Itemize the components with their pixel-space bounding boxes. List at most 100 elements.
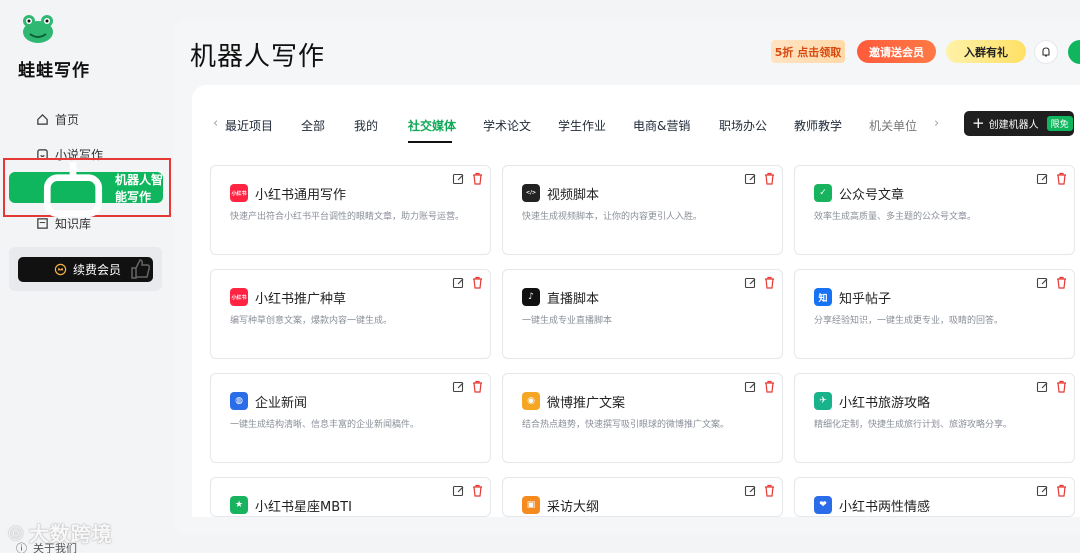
page-title: 机器人写作 xyxy=(190,42,326,72)
nav-home-label: 首页 xyxy=(55,113,80,127)
tab-5[interactable]: 学生作业 xyxy=(558,117,606,134)
nav-knowledge[interactable]: 知识库 xyxy=(36,215,91,232)
card-title: 小红书推广种草 xyxy=(255,292,347,307)
card-actions xyxy=(1036,172,1068,185)
delete-icon[interactable] xyxy=(763,276,776,289)
delete-icon[interactable] xyxy=(763,380,776,393)
delete-icon[interactable] xyxy=(1055,276,1068,289)
robot-card[interactable]: </> 视频脚本快速生成视频脚本，让你的内容更引人入胜。 xyxy=(502,165,783,255)
tab-4[interactable]: 学术论文 xyxy=(483,117,531,134)
robot-card[interactable]: 小红书 小红书推广种草 编写种草创意文案，爆款内容一键生成。 xyxy=(210,269,491,359)
robot-card[interactable]: ✓ 公众号文章 效率生成高质量、多主题的公众号文章。 xyxy=(794,165,1075,255)
invite-promo-button[interactable]: 邀请送会员 xyxy=(857,40,936,63)
tab-3[interactable]: 社交媒体 xyxy=(408,117,456,134)
card-title: 小红书两性情感 xyxy=(839,500,931,515)
card-description: 快速产出符合小红书平台调性的眼睛文章，助力账号运营。 xyxy=(230,212,465,222)
card-app-icon: ❤ xyxy=(814,496,832,514)
thumb-up-icon xyxy=(131,259,151,279)
notification-button[interactable] xyxy=(1034,40,1058,64)
nav-knowledge-label: 知识库 xyxy=(55,217,92,231)
card-description: 编写种草创意文案，爆款内容一键生成。 xyxy=(230,316,393,326)
tabs-next-icon[interactable]: › xyxy=(934,116,939,131)
robot-card[interactable]: ❤ 小红书两性情感 xyxy=(794,477,1075,517)
knowledge-icon xyxy=(37,218,48,229)
edit-icon[interactable] xyxy=(744,276,757,289)
tab-8[interactable]: 教师教学 xyxy=(794,117,842,134)
card-description: 快速生成视频脚本，让你的内容更引人入胜。 xyxy=(522,212,703,222)
edit-icon[interactable] xyxy=(1036,276,1049,289)
card-actions xyxy=(744,276,776,289)
edit-icon[interactable] xyxy=(452,172,465,185)
tabs-prev-icon[interactable]: ‹ xyxy=(213,116,218,131)
delete-icon[interactable] xyxy=(1055,380,1068,393)
discount-promo-button[interactable]: 5折 点击领取 xyxy=(771,40,845,63)
edit-icon[interactable] xyxy=(1036,380,1049,393)
robot-card[interactable]: ◉ 微博推广文案结合热点趋势，快速撰写吸引眼球的微博推广文案。 xyxy=(502,373,783,463)
frog-logo-icon xyxy=(23,15,53,43)
card-description: 效率生成高质量、多主题的公众号文章。 xyxy=(814,212,977,222)
delete-icon[interactable] xyxy=(763,172,776,185)
card-title: 微博推广文案 xyxy=(547,396,626,411)
robot-card[interactable]: 小红书 小红书通用写作 快速产出符合小红书平台调性的眼睛文章，助力账号运营。 xyxy=(210,165,491,255)
card-description: 精细化定制，快捷生成旅行计划、旅游攻略分享。 xyxy=(814,420,1013,430)
card-app-icon: </> xyxy=(522,184,540,202)
bell-icon xyxy=(1042,47,1050,57)
edit-icon[interactable] xyxy=(1036,172,1049,185)
card-app-icon: ★ xyxy=(230,496,248,514)
create-robot-label: 创建机器人 xyxy=(988,120,1039,131)
info-icon: ⓘ xyxy=(16,542,27,553)
edit-icon[interactable] xyxy=(452,380,465,393)
create-robot-button[interactable]: + 创建机器人 限免 xyxy=(964,111,1074,136)
tab-9[interactable]: 机关单位 xyxy=(869,117,917,134)
card-title: 小红书旅游攻略 xyxy=(839,396,931,411)
tab-6[interactable]: 电商&营销 xyxy=(633,117,690,134)
delete-icon[interactable] xyxy=(763,484,776,497)
delete-icon[interactable] xyxy=(1055,484,1068,497)
edit-icon[interactable] xyxy=(744,484,757,497)
delete-icon[interactable] xyxy=(1055,172,1068,185)
tab-0[interactable]: 最近项目 xyxy=(225,117,273,134)
edit-icon[interactable] xyxy=(744,380,757,393)
brand-name: 蛙蛙写作 xyxy=(18,61,90,81)
card-app-icon: ◍ xyxy=(230,392,248,410)
about-label: 关于我们 xyxy=(33,542,77,553)
tab-1[interactable]: 全部 xyxy=(301,117,325,134)
card-title: 知乎帖子 xyxy=(839,292,892,307)
card-app-icon: ◉ xyxy=(522,392,540,410)
card-description: 结合热点趋势，快速撰写吸引眼球的微博推广文案。 xyxy=(522,420,730,430)
robot-card[interactable]: ▣ 采访大纲 xyxy=(502,477,783,517)
join-group-promo-button[interactable]: 入群有礼 xyxy=(946,40,1026,63)
card-title: 直播脚本 xyxy=(547,292,600,307)
delete-icon[interactable] xyxy=(471,172,484,185)
robot-card[interactable]: 知知乎帖子 分享经验知识，一键生成更专业，吸睛的回答。 xyxy=(794,269,1075,359)
card-app-icon: ▣ xyxy=(522,496,540,514)
card-app-icon: ✈ xyxy=(814,392,832,410)
edit-icon[interactable] xyxy=(452,276,465,289)
card-actions xyxy=(1036,380,1068,393)
delete-icon[interactable] xyxy=(471,276,484,289)
edit-icon[interactable] xyxy=(452,484,465,497)
tab-7[interactable]: 职场办公 xyxy=(719,117,767,134)
robot-card[interactable]: ★ 小红书星座MBTI xyxy=(210,477,491,517)
nav-home[interactable]: 首页 xyxy=(36,111,79,128)
card-actions xyxy=(744,380,776,393)
card-title: 视频脚本 xyxy=(547,188,600,203)
robot-card[interactable]: ♪ 直播脚本 一键生成专业直播脚本 xyxy=(502,269,783,359)
robot-card[interactable]: ◍ 企业新闻 一键生成结构清晰、信息丰富的企业新闻稿件。 xyxy=(210,373,491,463)
card-title: 小红书星座MBTI xyxy=(255,500,352,515)
nav-robot-label: 机器人智能写作 xyxy=(115,172,164,204)
crown-icon xyxy=(54,263,67,276)
tab-2[interactable]: 我的 xyxy=(354,117,378,134)
robot-card[interactable]: ✈ 小红书旅游攻略精细化定制，快捷生成旅行计划、旅游攻略分享。 xyxy=(794,373,1075,463)
card-actions xyxy=(452,380,484,393)
nav-robot-writing[interactable]: 机器人智能写作 xyxy=(9,161,164,217)
card-actions xyxy=(452,484,484,497)
card-actions xyxy=(1036,276,1068,289)
about-link[interactable]: ⓘ 关于我们 xyxy=(16,540,77,553)
delete-icon[interactable] xyxy=(471,380,484,393)
card-description: 一键生成结构清晰、信息丰富的企业新闻稿件。 xyxy=(230,420,420,430)
delete-icon[interactable] xyxy=(471,484,484,497)
edit-icon[interactable] xyxy=(1036,484,1049,497)
card-app-icon: ♪ xyxy=(522,288,540,306)
edit-icon[interactable] xyxy=(744,172,757,185)
